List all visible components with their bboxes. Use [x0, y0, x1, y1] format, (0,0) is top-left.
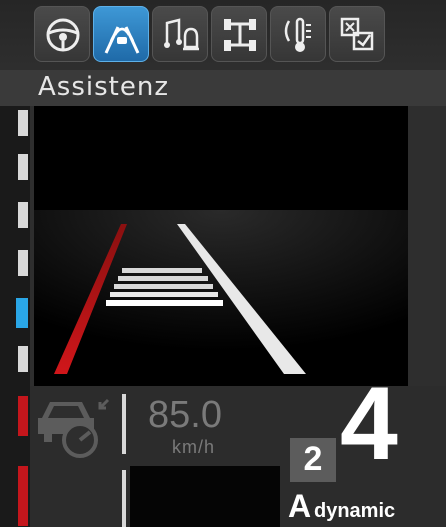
current-gear: 4 [340, 366, 398, 482]
left-rail [0, 106, 30, 527]
steering-wheel-icon [46, 18, 80, 52]
divider [122, 470, 126, 527]
rail-tick [18, 154, 28, 180]
driver-assist-icon [104, 26, 140, 54]
menu-item-settings[interactable] [329, 6, 385, 62]
cruise-control-icon [38, 398, 110, 458]
transmission-mode-letter: A [288, 488, 312, 524]
audio-alert-icon [164, 18, 199, 51]
empty-info-box [130, 466, 280, 527]
menu-bar [0, 0, 446, 76]
menu-item-temperature[interactable] [270, 6, 326, 62]
drive-mode-name: dynamic [314, 500, 396, 522]
rail-tick [18, 110, 28, 136]
menu-item-chassis[interactable] [211, 6, 267, 62]
instrument-display: Assistenz 85.0 km/h 2 4 A dynamic [0, 0, 446, 527]
rail-tick [18, 346, 28, 372]
rail-tick-active [16, 298, 28, 328]
rail-tick-red [18, 466, 28, 526]
divider [122, 394, 126, 454]
page-title: Assistenz [38, 72, 169, 102]
rail-tick [18, 250, 28, 276]
cruise-speed: 85.0 [148, 394, 222, 436]
menu-item-steering[interactable] [34, 6, 90, 62]
small-gear-indicator: 2 [303, 440, 323, 478]
chassis-icon [224, 19, 256, 51]
menu-item-audio[interactable] [152, 6, 208, 62]
settings-icon [340, 17, 374, 51]
lane-graphic [34, 106, 408, 386]
speed-unit: km/h [172, 437, 216, 457]
sky [34, 106, 408, 210]
temperature-icon [284, 17, 311, 52]
menu-item-assist[interactable] [93, 6, 149, 62]
lane-assist-display [34, 106, 408, 386]
rail-tick-red [18, 396, 28, 436]
rail-tick [18, 202, 28, 228]
